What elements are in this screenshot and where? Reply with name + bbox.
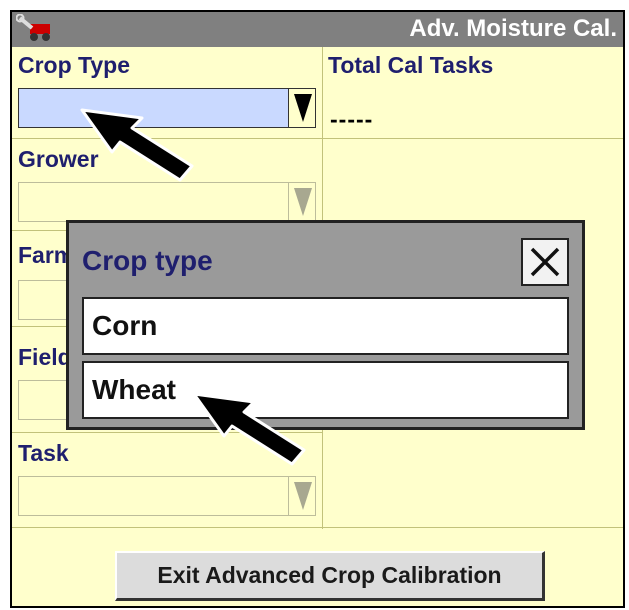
wrench-cart-icon — [16, 14, 50, 41]
total-cal-tasks-value: ----- — [330, 106, 374, 132]
grower-dropdown[interactable] — [18, 182, 316, 222]
pointer-arrow-icon — [80, 108, 194, 182]
close-x-icon — [530, 247, 560, 277]
close-button[interactable] — [521, 238, 569, 286]
task-dropdown[interactable] — [18, 476, 316, 516]
option-corn[interactable]: Corn — [82, 297, 569, 355]
screen-title: Adv. Moisture Cal. — [409, 15, 617, 42]
pointer-arrow-icon — [192, 392, 306, 466]
title-bar: Adv. Moisture Cal. — [12, 12, 623, 47]
crop-type-label: Crop Type — [18, 52, 131, 78]
chevron-down-icon — [294, 188, 312, 216]
chevron-down-icon — [294, 94, 312, 122]
crop-type-dropdown-button[interactable] — [288, 89, 315, 127]
row-divider — [12, 527, 623, 528]
exit-advanced-crop-calibration-button[interactable]: Exit Advanced Crop Calibration — [115, 551, 545, 601]
crop-type-popup: Crop type Corn Wheat — [66, 220, 585, 430]
task-label: Task — [18, 440, 69, 466]
popup-title: Crop type — [82, 245, 213, 276]
option-wheat[interactable]: Wheat — [82, 361, 569, 419]
task-dropdown-button[interactable] — [288, 477, 315, 515]
field-label: Field — [18, 344, 72, 370]
grower-dropdown-button[interactable] — [288, 183, 315, 221]
total-cal-tasks-label: Total Cal Tasks — [328, 52, 494, 78]
chevron-down-icon — [294, 482, 312, 510]
